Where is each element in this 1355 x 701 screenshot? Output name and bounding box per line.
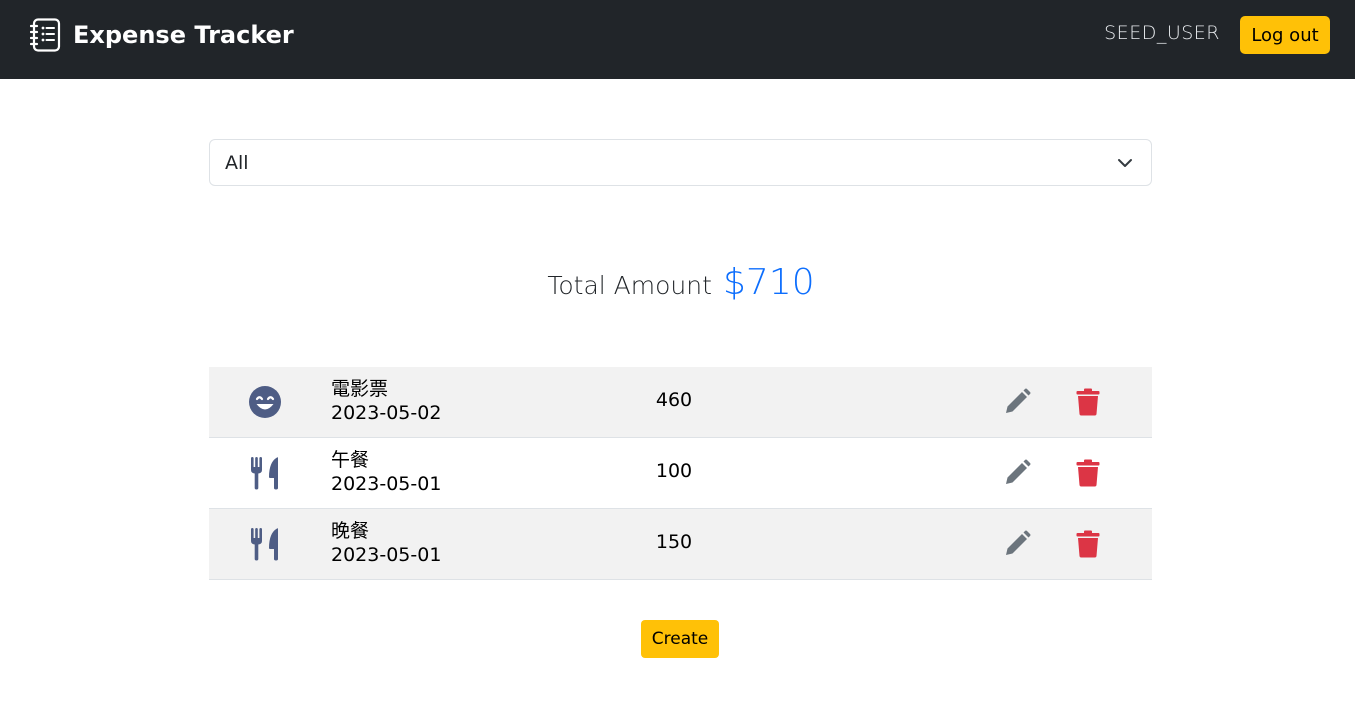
- record-row: 晚餐 2023-05-01 150: [209, 509, 1152, 580]
- record-name: 午餐: [331, 449, 370, 471]
- delete-record-button[interactable]: [1075, 458, 1101, 488]
- notebook-list-icon: [30, 18, 61, 52]
- delete-record-button[interactable]: [1075, 529, 1101, 559]
- logout-button[interactable]: Log out: [1240, 16, 1330, 54]
- edit-record-button[interactable]: [1002, 529, 1032, 559]
- record-date: 2023-05-01: [331, 473, 442, 495]
- pencil-icon: [1006, 530, 1031, 555]
- edit-record-button[interactable]: [1002, 458, 1032, 488]
- edit-record-button[interactable]: [1002, 387, 1032, 417]
- total-amount-value: $710: [723, 262, 815, 303]
- record-name: 晚餐: [331, 520, 370, 542]
- total-summary: Total Amount $710: [0, 262, 1355, 303]
- record-info: 電影票 2023-05-02: [331, 377, 441, 425]
- record-row: 電影票 2023-05-02 460: [209, 367, 1152, 438]
- record-info: 晚餐 2023-05-01: [331, 519, 441, 567]
- record-info: 午餐 2023-05-01: [331, 448, 441, 496]
- navbar: Expense Tracker SEED_USER Log out: [0, 0, 1355, 79]
- record-name: 電影票: [331, 378, 389, 400]
- utensils-icon: [247, 527, 283, 561]
- chevron-down-icon: [1118, 159, 1132, 167]
- total-amount-label: Total Amount: [547, 271, 712, 300]
- create-record-button[interactable]: Create: [641, 620, 719, 658]
- trash-icon: [1076, 530, 1100, 558]
- record-amount: 460: [655, 389, 693, 411]
- category-filter-value: All: [225, 151, 249, 174]
- pencil-icon: [1006, 388, 1031, 413]
- records-list: 電影票 2023-05-02 460 午餐 2023-05-01 100 晚餐 …: [209, 367, 1152, 580]
- record-amount: 100: [655, 460, 693, 482]
- utensils-icon: [247, 456, 283, 490]
- smiley-face-icon: [247, 385, 283, 419]
- record-date: 2023-05-02: [331, 402, 442, 424]
- delete-record-button[interactable]: [1075, 387, 1101, 417]
- trash-icon: [1076, 388, 1100, 416]
- brand-link[interactable]: Expense Tracker: [30, 17, 294, 53]
- record-row: 午餐 2023-05-01 100: [209, 438, 1152, 509]
- trash-icon: [1076, 459, 1100, 487]
- record-date: 2023-05-01: [331, 544, 442, 566]
- app-title: Expense Tracker: [73, 21, 294, 49]
- username-label: SEED_USER: [1104, 22, 1220, 44]
- record-amount: 150: [655, 531, 693, 553]
- pencil-icon: [1006, 459, 1031, 484]
- category-filter-select[interactable]: All: [209, 139, 1152, 186]
